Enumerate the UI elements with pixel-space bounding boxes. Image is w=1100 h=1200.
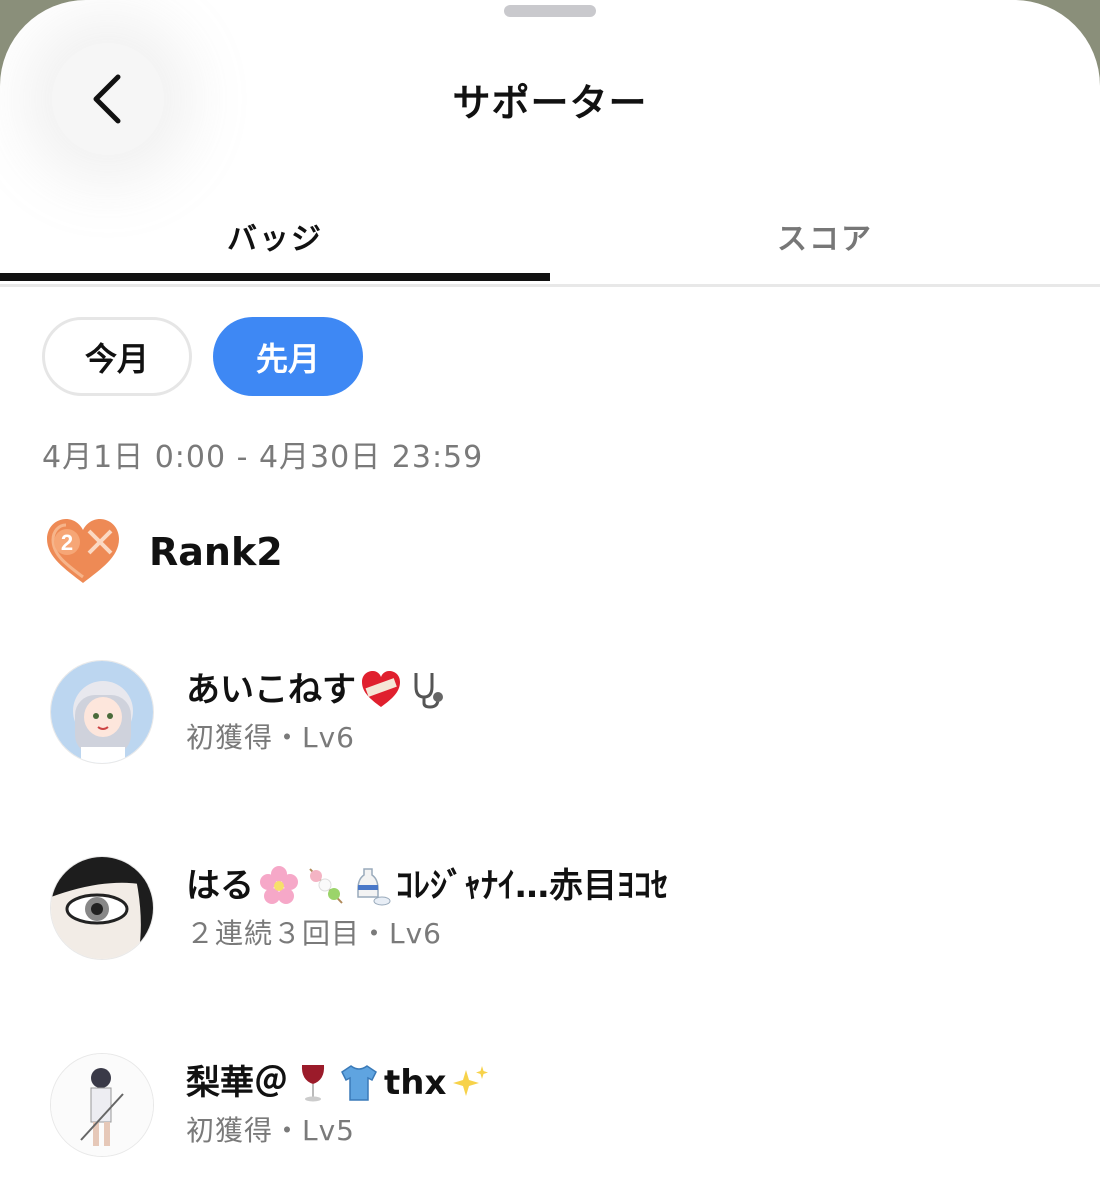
shirt-icon <box>341 1065 377 1101</box>
filter-last-month-button[interactable]: 先月 <box>213 317 363 396</box>
supporter-status: 初獲得・Lv6 <box>186 721 355 754</box>
wine-glass-icon <box>301 1065 325 1102</box>
supporter-name: あいこねす <box>186 668 448 712</box>
supporters-sheet: サポーター バッジ スコア 今月 先月 4月1日 0:00 - 4月30日 23… <box>0 0 1100 1200</box>
page-title: サポーター <box>452 81 648 125</box>
tab-indicator <box>0 273 550 281</box>
supporter-status: 初獲得・Lv5 <box>186 1114 355 1147</box>
tab-bar: バッジ スコア <box>0 200 1100 287</box>
supporter-row[interactable]: はる ｺﾚｼﾞｬﾅｲ…赤目ﾖｺｾ ２連続３回目・Lv6 <box>50 855 668 961</box>
heart-bandage-icon <box>362 671 400 707</box>
filter-this-month-button[interactable]: 今月 <box>42 317 192 396</box>
rank-badge-number: 2 <box>61 530 73 555</box>
sheet-grabber[interactable] <box>504 5 596 17</box>
sake-icon <box>357 868 391 906</box>
supporter-name: はる ｺﾚｼﾞｬﾅｲ…赤目ﾖｺｾ <box>186 866 668 906</box>
supporter-row[interactable]: あいこねす 初獲得・Lv6 <box>50 659 448 765</box>
cherry-blossom-icon <box>260 866 298 904</box>
rank-label: Rank2 <box>149 530 283 574</box>
period-range: 4月1日 0:00 - 4月30日 23:59 <box>42 440 484 475</box>
supporter-row[interactable]: 梨華＠ thx 初獲得・Lv5 <box>50 1052 492 1158</box>
stethoscope-icon <box>414 673 443 709</box>
avatar[interactable] <box>50 1053 154 1157</box>
rank-header: 2 Rank2 <box>45 516 283 588</box>
tab-score[interactable]: スコア <box>550 214 1100 258</box>
avatar[interactable] <box>50 660 154 764</box>
rank-heart-badge-icon: 2 <box>47 519 119 583</box>
tab-badge[interactable]: バッジ <box>0 214 550 258</box>
supporter-status: ２連続３回目・Lv6 <box>186 917 442 950</box>
supporter-name: 梨華＠ thx <box>186 1061 492 1105</box>
dango-icon <box>309 868 343 904</box>
sparkles-icon <box>453 1066 489 1096</box>
avatar[interactable] <box>50 856 154 960</box>
